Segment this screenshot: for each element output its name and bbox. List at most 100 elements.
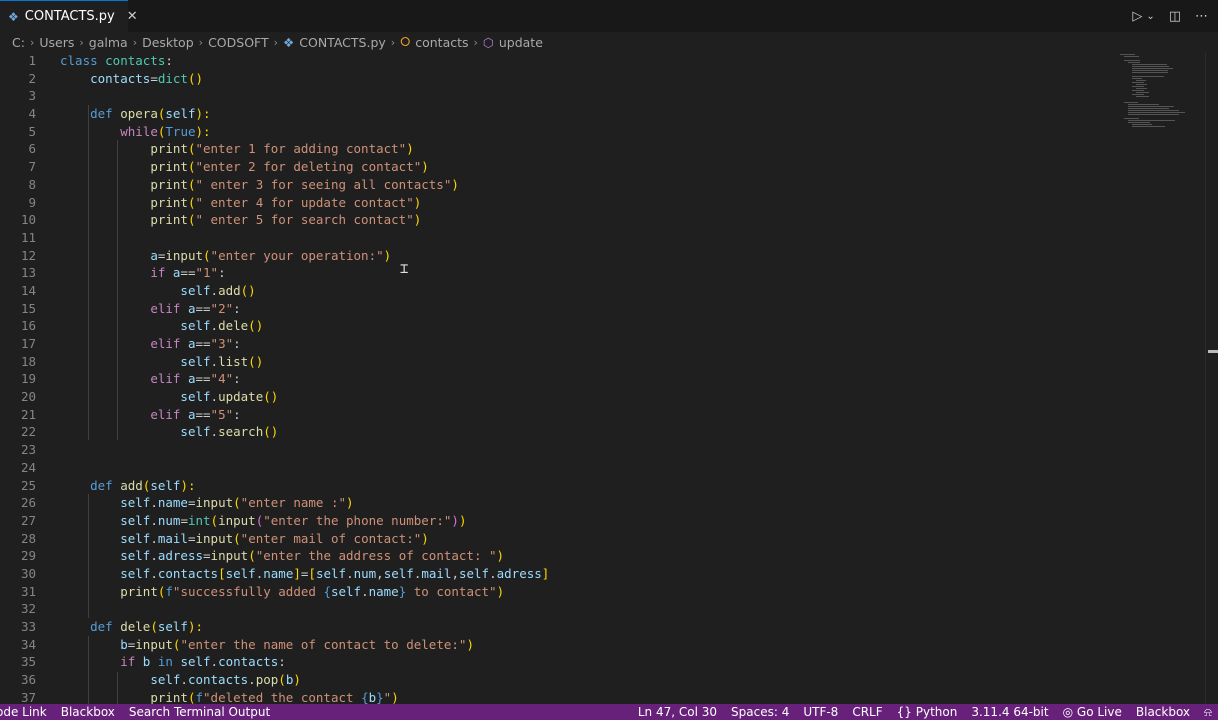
cursor-position[interactable]: Ln 47, Col 30 (638, 705, 717, 720)
code-line[interactable]: a=input("enter your operation:") (60, 247, 1110, 265)
code-token: ) (413, 194, 422, 210)
go-live-button[interactable]: ◎ Go Live (1063, 705, 1122, 720)
code-line[interactable]: elif a=="3": (60, 335, 1110, 353)
code-line[interactable]: self.add() (60, 282, 1110, 300)
code-token: "enter the address of contact: " (255, 548, 497, 564)
close-icon[interactable]: ✕ (127, 9, 138, 24)
code-token: . (361, 583, 369, 599)
breadcrumb-users[interactable]: Users (39, 35, 74, 50)
scrollbar-thumb[interactable] (1208, 350, 1218, 353)
minimap-line (1124, 118, 1139, 119)
minimap-line (1124, 56, 1139, 57)
language-mode[interactable]: {} Python (897, 705, 958, 720)
code-line[interactable] (60, 459, 1110, 477)
code-token: . (210, 282, 219, 298)
code-token: ( (150, 619, 158, 634)
code-line[interactable] (60, 441, 1110, 459)
code-line[interactable]: self.num=int(input("enter the phone numb… (60, 512, 1110, 530)
code-line[interactable]: elif a=="5": (60, 406, 1110, 424)
indentation[interactable]: Spaces: 4 (731, 705, 789, 720)
status-search-terminal[interactable]: Search Terminal Output (129, 705, 270, 719)
code-line[interactable] (60, 600, 1110, 618)
code-line[interactable]: self.name=input("enter name :") (60, 494, 1110, 512)
breadcrumb-class[interactable]: contacts (415, 35, 468, 50)
breadcrumb-desktop[interactable]: Desktop (142, 35, 194, 50)
code-token: . (150, 495, 158, 511)
code-line[interactable]: self.contacts.pop(b) (60, 671, 1110, 689)
code-line[interactable]: if b in self.contacts: (60, 653, 1110, 671)
code-line[interactable]: self.update() (60, 388, 1110, 406)
status-code-link[interactable]: ode Link (0, 705, 47, 719)
code-line[interactable]: print("enter 2 for deleting contact") (60, 158, 1110, 176)
code-token: mail (421, 565, 452, 581)
end-of-line[interactable]: CRLF (852, 705, 882, 720)
tab-bar: ❖ CONTACTS.py ✕ ▷ ⌄ ◫ ⋯ (0, 0, 1218, 32)
python-interpreter[interactable]: 3.11.4 64-bit (971, 705, 1048, 720)
code-line[interactable]: print(f"deleted the contact {b}") (60, 689, 1110, 704)
code-token: self (120, 512, 151, 528)
code-line[interactable]: print(f"successfully added {self.name} t… (60, 583, 1110, 601)
code-line[interactable]: print(" enter 4 for update contact") (60, 194, 1110, 212)
code-line[interactable] (60, 229, 1110, 247)
code-token: == (195, 371, 211, 387)
code-line[interactable]: self.contacts[self.name]=[self.num,self.… (60, 565, 1110, 583)
code-area[interactable]: class contacts: contacts=dict() def oper… (60, 52, 1110, 704)
code-line[interactable]: print(" enter 3 for seeing all contacts"… (60, 176, 1110, 194)
code-token: . (210, 389, 219, 405)
code-line[interactable]: elif a=="4": (60, 370, 1110, 388)
code-token: print (150, 159, 188, 175)
run-icon[interactable]: ▷ (1132, 9, 1142, 24)
code-editor[interactable]: 1 2 3 4 5 6 7 8 9 10 11 12 13 14 15 16 17 18 19 20 21 22 23 24 2… (0, 52, 1218, 704)
code-line[interactable]: while(True): (60, 123, 1110, 141)
code-line[interactable]: self.search() (60, 423, 1110, 441)
chevron-right-icon: › (273, 35, 279, 49)
status-bar: ode Link Blackbox Search Terminal Output… (0, 704, 1218, 720)
bell-icon[interactable]: ⍾ (1204, 705, 1212, 720)
code-line[interactable]: self.adress=input("enter the address of … (60, 547, 1110, 565)
breadcrumb-galma[interactable]: galma (89, 35, 128, 50)
code-token: class (60, 53, 106, 68)
code-line[interactable]: class contacts: (60, 52, 1110, 70)
status-blackbox-left[interactable]: Blackbox (61, 705, 115, 719)
code-line[interactable]: if a=="1": (60, 264, 1110, 282)
split-editor-icon[interactable]: ◫ (1169, 9, 1181, 24)
code-line[interactable]: def opera(self): (60, 105, 1110, 123)
code-token: elif (150, 300, 188, 316)
code-line[interactable]: self.mail=input("enter mail of contact:"… (60, 530, 1110, 548)
code-line[interactable]: def add(self): (60, 477, 1110, 495)
code-line[interactable] (60, 87, 1110, 105)
code-token: True (165, 123, 196, 139)
code-line[interactable]: print(" enter 5 for search contact") (60, 211, 1110, 229)
code-token: == (195, 336, 211, 351)
encoding[interactable]: UTF-8 (803, 705, 838, 720)
code-token: "4" (210, 371, 234, 387)
breadcrumb-drive[interactable]: C: (12, 35, 25, 50)
code-line[interactable]: self.dele() (60, 317, 1110, 335)
line-number: 34 (20, 636, 36, 652)
editor-tab-contacts[interactable]: ❖ CONTACTS.py ✕ (0, 0, 138, 32)
code-line[interactable]: contacts=dict() (60, 70, 1110, 88)
code-token: = (203, 548, 211, 564)
line-number: 9 (28, 194, 36, 210)
breadcrumb-file[interactable]: CONTACTS.py (299, 35, 386, 50)
more-actions-icon[interactable]: ⋯ (1195, 9, 1208, 24)
breadcrumb-codsoft[interactable]: CODSOFT (208, 35, 269, 50)
breadcrumb-method[interactable]: update (499, 35, 543, 50)
vertical-scrollbar[interactable] (1205, 52, 1218, 704)
line-number: 31 (20, 583, 36, 599)
code-line[interactable]: print("enter 1 for adding contact") (60, 140, 1110, 158)
code-line[interactable]: self.list() (60, 353, 1110, 371)
status-blackbox-right[interactable]: Blackbox (1136, 705, 1190, 720)
code-line[interactable]: elif a=="2": (60, 300, 1110, 318)
minimap[interactable] (1120, 52, 1206, 152)
code-line[interactable]: b=input("enter the name of contact to de… (60, 636, 1110, 654)
chevron-down-icon[interactable]: ⌄ (1146, 11, 1154, 22)
code-line[interactable]: def dele(self): (60, 618, 1110, 636)
chevron-right-icon: › (198, 35, 204, 49)
minimap-line (1136, 92, 1149, 93)
line-number: 25 (20, 477, 36, 493)
code-token: elif (150, 371, 188, 387)
